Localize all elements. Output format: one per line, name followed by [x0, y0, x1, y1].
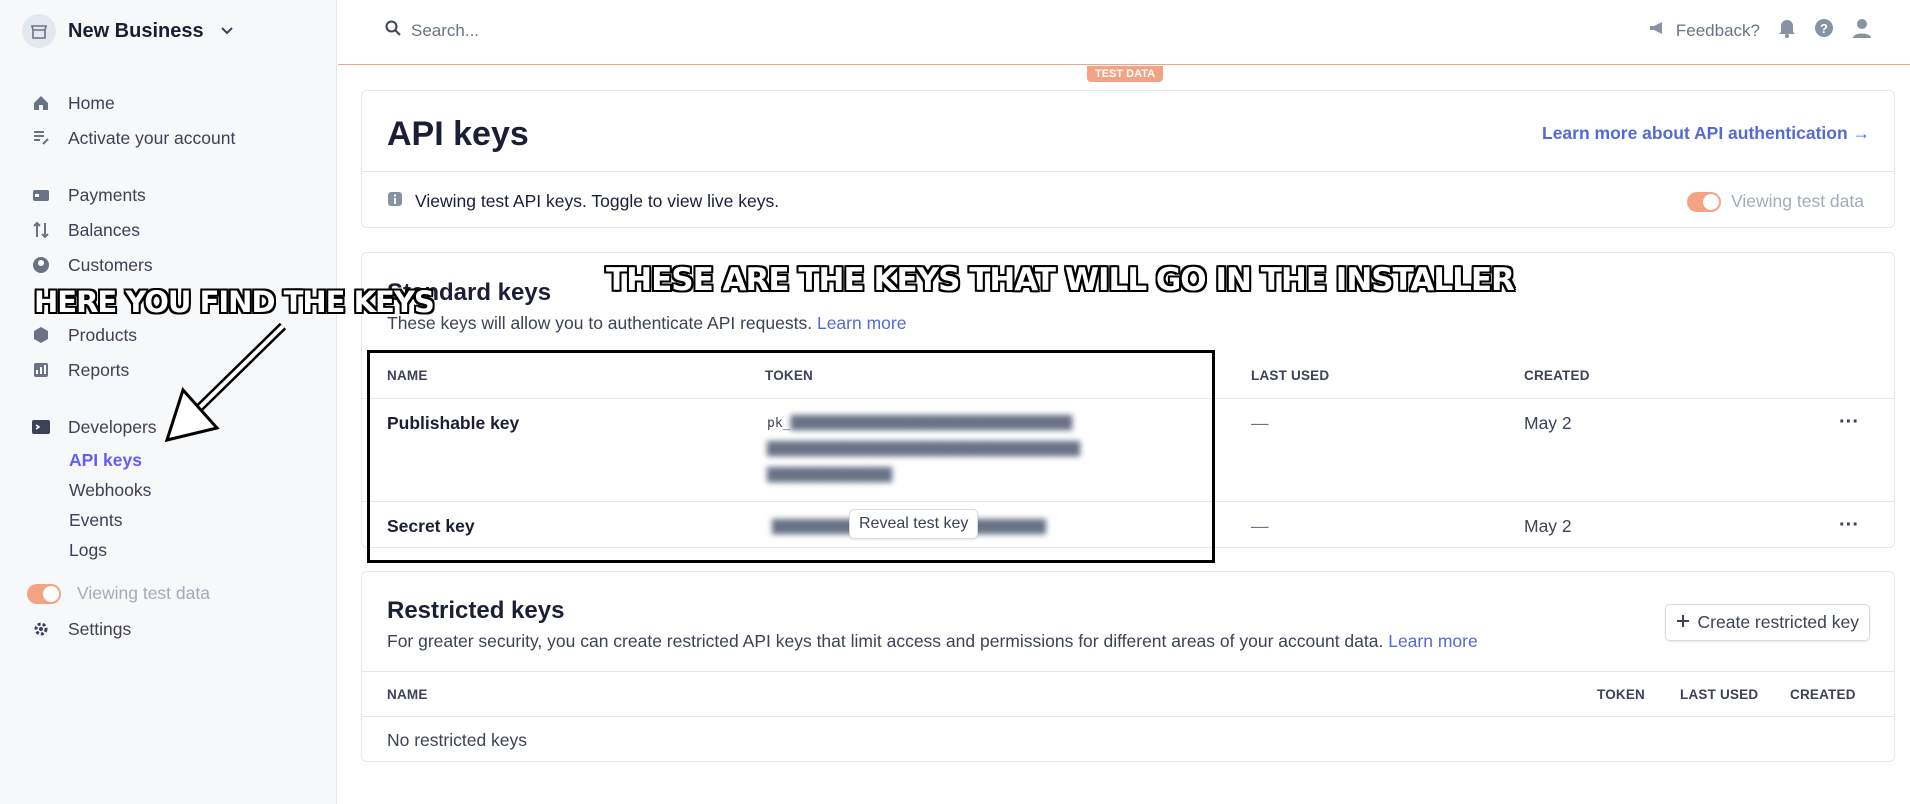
more-options-icon[interactable]: ···	[1839, 411, 1859, 434]
search-icon	[385, 20, 401, 41]
plus-icon	[1676, 612, 1690, 633]
search-input[interactable]: Search...	[385, 20, 479, 41]
learn-more-link[interactable]: Learn more	[1388, 631, 1478, 651]
sidebar-item-webhooks[interactable]: Webhooks	[69, 480, 151, 501]
reports-icon	[30, 359, 52, 381]
column-header-last-used: LAST USED	[1680, 687, 1759, 702]
test-data-badge: TEST DATA	[1087, 66, 1164, 82]
customers-icon	[30, 254, 52, 276]
checklist-icon	[30, 127, 52, 149]
sidebar-item-developers[interactable]: Developers	[30, 416, 157, 438]
help-icon[interactable]: ?	[1814, 18, 1834, 43]
test-keys-notice: Viewing test API keys. Toggle to view li…	[387, 191, 779, 212]
sidebar-item-label: Viewing test data	[77, 583, 210, 603]
restricted-keys-card: Restricted keys For greater security, yo…	[361, 571, 1895, 762]
feedback-button[interactable]: Feedback?	[1648, 20, 1760, 41]
gear-icon	[30, 618, 52, 640]
description-text: For greater security, you can create res…	[387, 631, 1384, 651]
payments-icon	[30, 184, 52, 206]
view-test-data-toggle[interactable]: Viewing test data	[1687, 191, 1864, 212]
annotation-left: HERE YOU FIND THE KEYS	[34, 285, 435, 319]
sidebar-item-label: Developers	[68, 416, 157, 437]
divider	[362, 716, 1894, 717]
sidebar-item-label: Reports	[68, 359, 130, 380]
store-icon	[22, 14, 56, 48]
sidebar-item-label: Settings	[68, 618, 132, 639]
create-restricted-key-button[interactable]: Create restricted key	[1664, 604, 1870, 641]
sidebar-item-settings[interactable]: Settings	[30, 618, 131, 640]
test-data-toggle-switch[interactable]	[27, 583, 61, 604]
top-actions: Feedback? ?	[1648, 18, 1872, 43]
business-switcher[interactable]: New Business	[22, 14, 234, 48]
search-placeholder: Search...	[411, 20, 480, 40]
description-text: These keys will allow you to authenticat…	[387, 313, 813, 333]
column-header-token: TOKEN	[1597, 687, 1646, 702]
sidebar-item-label: Customers	[68, 254, 153, 275]
chevron-down-icon	[220, 23, 234, 39]
divider	[362, 671, 1894, 672]
sidebar-item-label: Payments	[68, 184, 146, 205]
products-icon	[30, 324, 52, 346]
home-icon	[30, 92, 52, 114]
sidebar-item-events[interactable]: Events	[69, 510, 123, 531]
more-options-icon[interactable]: ···	[1839, 514, 1859, 537]
sidebar-item-label: Products	[68, 324, 138, 345]
column-header-created: CREATED	[1524, 368, 1590, 383]
column-header-name: NAME	[387, 687, 428, 702]
feedback-label: Feedback?	[1675, 20, 1760, 40]
toggle-label: Viewing test data	[1731, 191, 1864, 211]
last-used: —	[1251, 413, 1269, 433]
sidebar-item-api-keys[interactable]: API keys	[69, 450, 142, 471]
bell-icon[interactable]	[1778, 18, 1796, 43]
sidebar-item-customers[interactable]: Customers	[30, 254, 153, 276]
user-icon[interactable]	[1852, 18, 1872, 43]
button-label: Create restricted key	[1697, 612, 1859, 632]
toggle-switch[interactable]	[1687, 191, 1722, 212]
sidebar-item-payments[interactable]: Payments	[30, 184, 146, 206]
highlight-box	[367, 350, 1215, 563]
sidebar-item-label: Activate your account	[68, 127, 236, 148]
api-keys-header-card: API keys Learn more about API authentica…	[361, 90, 1895, 228]
section-description: These keys will allow you to authenticat…	[387, 313, 906, 334]
arrow-annotation	[164, 322, 287, 443]
terminal-icon	[30, 416, 52, 438]
sidebar-item-reports[interactable]: Reports	[30, 359, 129, 381]
sidebar-item-activate[interactable]: Activate your account	[30, 127, 235, 149]
annotation-center: THESE ARE THE KEYS THAT WILL GO IN THE I…	[606, 262, 1515, 298]
sidebar-item-balances[interactable]: Balances	[30, 219, 140, 241]
top-bar: Search... Feedback? ?	[338, 0, 1910, 65]
column-header-last-used: LAST USED	[1251, 368, 1330, 383]
section-title: Restricted keys	[387, 597, 565, 624]
column-header-created: CREATED	[1790, 687, 1856, 702]
info-icon	[387, 191, 403, 212]
balances-icon	[30, 219, 52, 241]
sidebar-item-home[interactable]: Home	[30, 92, 115, 114]
notice-text: Viewing test API keys. Toggle to view li…	[415, 191, 780, 211]
business-name: New Business	[68, 19, 204, 42]
megaphone-icon	[1648, 20, 1668, 41]
page-title: API keys	[387, 115, 529, 153]
empty-state: No restricted keys	[387, 730, 528, 750]
sidebar-item-label: Home	[68, 92, 115, 113]
sidebar-test-data-toggle[interactable]: Viewing test data	[27, 583, 210, 604]
last-used: —	[1251, 516, 1269, 536]
created-date: May 2	[1524, 413, 1572, 433]
learn-more-link[interactable]: Learn more	[817, 313, 907, 333]
divider	[362, 171, 1894, 172]
section-description: For greater security, you can create res…	[387, 631, 1478, 652]
sidebar-item-products[interactable]: Products	[30, 324, 137, 346]
sidebar-item-logs[interactable]: Logs	[69, 540, 107, 561]
svg-text:?: ?	[1820, 21, 1828, 36]
created-date: May 2	[1524, 516, 1572, 536]
learn-api-auth-link[interactable]: Learn more about API authentication →	[1542, 123, 1870, 144]
sidebar-item-label: Balances	[68, 219, 140, 240]
